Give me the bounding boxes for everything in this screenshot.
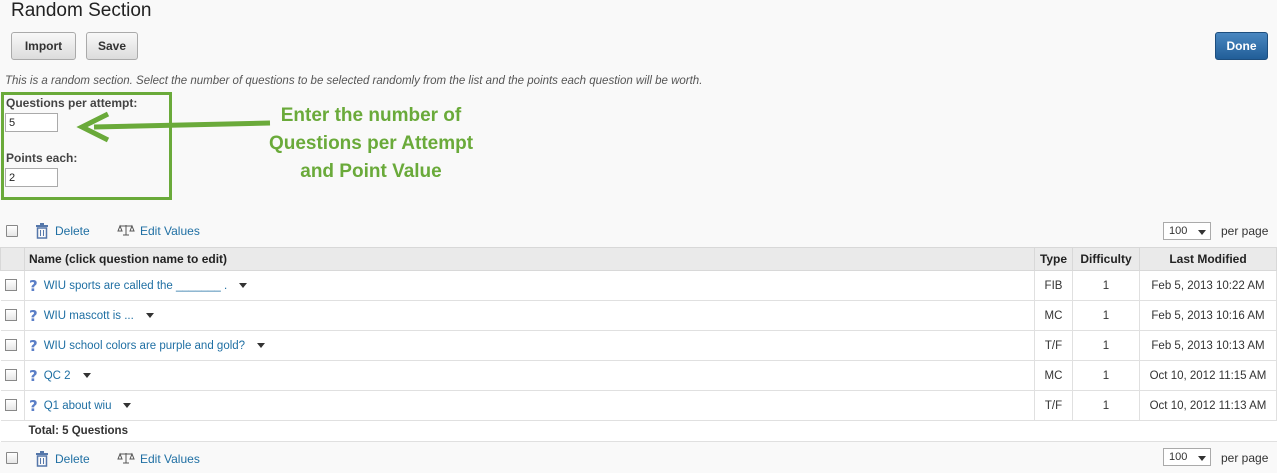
per-page-label: per page xyxy=(1221,224,1269,238)
callout-text: Enter the number of Questions per Attemp… xyxy=(236,102,506,186)
question-type: MC xyxy=(1034,300,1073,331)
question-difficulty: 1 xyxy=(1072,330,1140,361)
total-spacer xyxy=(0,420,25,442)
table-row: ? WIU school colors are purple and gold? T… xyxy=(0,330,1277,361)
done-button[interactable]: Done xyxy=(1215,32,1268,60)
question-icon: ? xyxy=(29,396,38,415)
chevron-down-icon xyxy=(1198,456,1206,461)
question-cell: ? WIU mascott is ... xyxy=(24,300,1035,331)
row-checkbox-cell xyxy=(0,360,25,391)
row-checkbox-cell xyxy=(0,300,25,331)
scales-icon xyxy=(117,452,135,464)
table-row: ? WIU sports are called the _______ . FIB 1… xyxy=(0,270,1277,301)
chevron-down-icon xyxy=(1198,230,1206,235)
question-type: T/F xyxy=(1034,330,1073,361)
trash-icon xyxy=(36,451,48,467)
total-label: Total: 5 Questions xyxy=(24,420,1277,442)
question-icon: ? xyxy=(29,336,38,355)
points-each-label: Points each: xyxy=(6,151,78,165)
question-cell: ? QC 2 xyxy=(24,360,1035,391)
question-last-modified: Feb 5, 2013 10:13 AM xyxy=(1139,330,1277,361)
row-checkbox[interactable] xyxy=(4,339,17,352)
question-last-modified: Oct 10, 2012 11:15 AM xyxy=(1139,360,1277,391)
delete-link[interactable]: Delete xyxy=(55,224,90,238)
question-icon: ? xyxy=(29,276,38,295)
row-checkbox[interactable] xyxy=(4,279,17,292)
questions-per-attempt-label: Questions per attempt: xyxy=(6,96,138,110)
question-name-link[interactable]: QC 2 xyxy=(44,370,71,382)
points-each-input[interactable] xyxy=(5,168,58,187)
question-name-link[interactable]: Q1 about wiu xyxy=(44,400,112,412)
header-last-modified[interactable]: Last Modified xyxy=(1139,247,1277,271)
per-page-value: 100 xyxy=(1169,225,1188,237)
scales-icon xyxy=(117,224,135,236)
header-type[interactable]: Type xyxy=(1034,247,1073,271)
select-all-checkbox[interactable] xyxy=(6,452,18,464)
question-icon: ? xyxy=(29,306,38,325)
header-name[interactable]: Name (click question name to edit) xyxy=(24,247,1035,271)
question-icon: ? xyxy=(29,366,38,385)
question-difficulty: 1 xyxy=(1072,390,1140,421)
question-cell: ? Q1 about wiu xyxy=(24,390,1035,421)
callout-line: Questions per Attempt xyxy=(268,133,474,154)
question-cell: ? WIU school colors are purple and gold? xyxy=(24,330,1035,361)
total-row: Total: 5 Questions xyxy=(0,420,1277,442)
bottom-toolbar: Delete Edit Values 100 per page xyxy=(0,446,1277,472)
question-name-link[interactable]: WIU mascott is ... xyxy=(44,310,134,322)
callout-line: and Point Value xyxy=(300,161,442,182)
table-row: ? WIU mascott is ... MC 1 Feb 5, 2013 10:16 … xyxy=(0,300,1277,331)
edit-values-link[interactable]: Edit Values xyxy=(140,452,200,466)
question-type: T/F xyxy=(1034,390,1073,421)
chevron-down-icon[interactable] xyxy=(145,312,154,318)
top-toolbar: Delete Edit Values 100 per page xyxy=(0,219,1277,245)
trash-icon xyxy=(36,223,48,239)
question-difficulty: 1 xyxy=(1072,360,1140,391)
section-description: This is a random section. Select the num… xyxy=(5,75,703,87)
row-checkbox-cell xyxy=(0,330,25,361)
question-difficulty: 1 xyxy=(1072,270,1140,301)
row-checkbox[interactable] xyxy=(4,369,17,382)
header-select xyxy=(0,247,25,271)
per-page-value: 100 xyxy=(1169,451,1188,463)
questions-per-attempt-input[interactable] xyxy=(5,113,58,132)
save-button[interactable]: Save xyxy=(86,32,138,60)
per-page-label: per page xyxy=(1221,451,1269,465)
chevron-down-icon[interactable] xyxy=(257,342,266,348)
row-checkbox[interactable] xyxy=(4,309,17,322)
question-type: FIB xyxy=(1034,270,1073,301)
row-checkbox-cell xyxy=(0,270,25,301)
table-header-row: Name (click question name to edit) Type … xyxy=(0,247,1277,271)
edit-values-link[interactable]: Edit Values xyxy=(140,224,200,238)
per-page-select[interactable]: 100 xyxy=(1163,222,1211,240)
question-last-modified: Feb 5, 2013 10:22 AM xyxy=(1139,270,1277,301)
chevron-down-icon[interactable] xyxy=(123,402,132,408)
chevron-down-icon[interactable] xyxy=(239,282,248,288)
table-row: ? Q1 about wiu T/F 1 Oct 10, 2012 11:13 AM xyxy=(0,390,1277,421)
import-button[interactable]: Import xyxy=(11,32,76,60)
question-difficulty: 1 xyxy=(1072,300,1140,331)
table-row: ? QC 2 MC 1 Oct 10, 2012 11:15 AM xyxy=(0,360,1277,391)
callout-line: Enter the number of xyxy=(280,105,462,126)
question-name-link[interactable]: WIU school colors are purple and gold? xyxy=(44,340,245,352)
page-title: Random Section xyxy=(11,0,152,21)
question-last-modified: Oct 10, 2012 11:13 AM xyxy=(1139,390,1277,421)
question-type: MC xyxy=(1034,360,1073,391)
delete-link[interactable]: Delete xyxy=(55,452,90,466)
questions-table: Name (click question name to edit) Type … xyxy=(0,247,1277,442)
question-cell: ? WIU sports are called the _______ . xyxy=(24,270,1035,301)
question-last-modified: Feb 5, 2013 10:16 AM xyxy=(1139,300,1277,331)
question-name-link[interactable]: WIU sports are called the _______ . xyxy=(44,280,227,292)
chevron-down-icon[interactable] xyxy=(82,372,91,378)
select-all-checkbox[interactable] xyxy=(6,225,18,237)
per-page-select[interactable]: 100 xyxy=(1163,448,1211,466)
header-difficulty[interactable]: Difficulty xyxy=(1072,247,1140,271)
row-checkbox-cell xyxy=(0,390,25,421)
row-checkbox[interactable] xyxy=(4,399,17,412)
